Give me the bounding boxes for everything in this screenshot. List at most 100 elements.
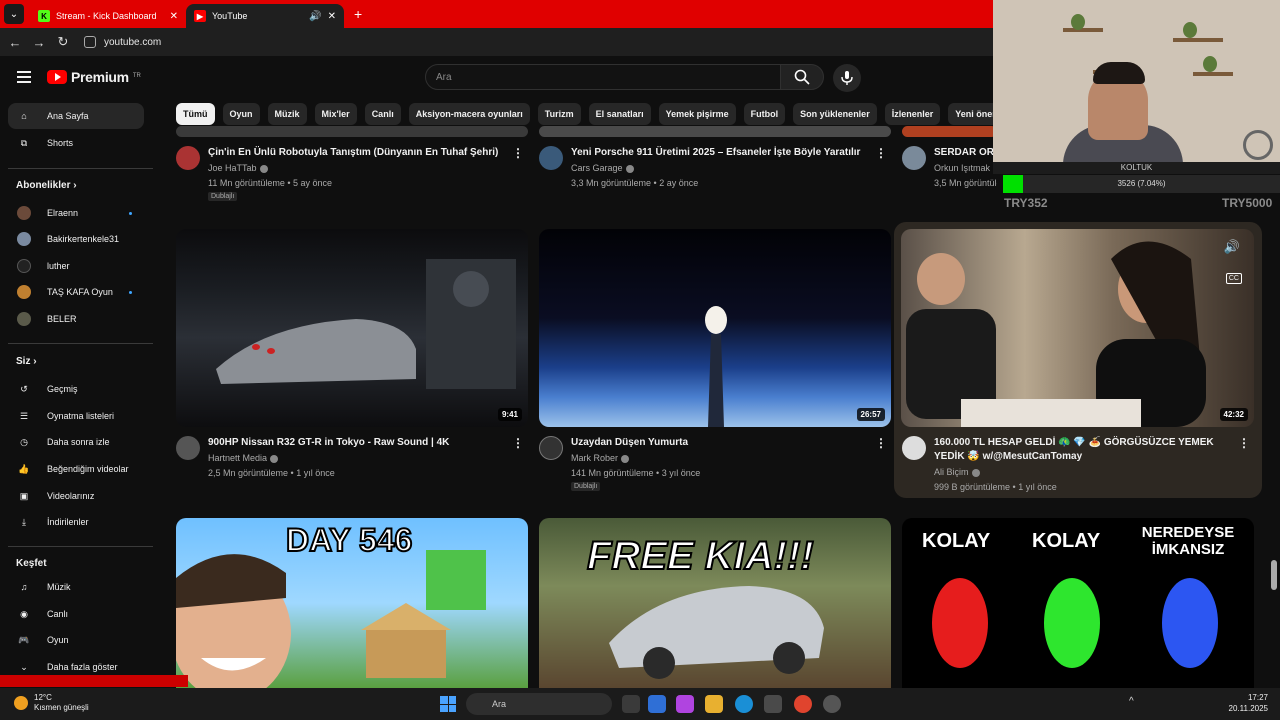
sidebar-item-watch-later[interactable]: ◷ Daha sonra izle <box>8 429 144 455</box>
reload-icon[interactable]: ↻ <box>56 34 70 50</box>
more-options-icon[interactable]: ⋮ <box>875 146 887 160</box>
channel-avatar[interactable] <box>902 436 926 460</box>
search-input[interactable]: Ara <box>425 64 781 90</box>
sidebar-item-shorts[interactable]: ⧉ Shorts <box>8 130 144 156</box>
chip[interactable]: Futbol <box>743 103 786 125</box>
channel-avatar[interactable] <box>902 146 926 170</box>
channel-name[interactable]: Joe HaTTab <box>208 163 268 173</box>
sidebar-item-home[interactable]: ⌂ Ana Sayfa <box>8 103 144 129</box>
outlook-icon[interactable] <box>648 695 666 713</box>
chevron-up-icon[interactable]: ^ <box>1129 696 1134 707</box>
sidebar-item-subscription[interactable]: BELER <box>8 306 144 332</box>
captions-icon[interactable]: CC <box>1225 273 1242 284</box>
channel-avatar[interactable] <box>539 146 563 170</box>
forward-icon[interactable]: → <box>32 35 46 50</box>
menu-icon[interactable] <box>17 68 31 86</box>
chip[interactable]: Aksiyon-macera oyunları <box>408 103 530 125</box>
new-tab-button[interactable]: + <box>354 6 362 22</box>
channel-avatar[interactable] <box>539 436 563 460</box>
video-title[interactable]: Uzaydan Düşen Yumurta <box>571 436 871 450</box>
channel-name[interactable]: Hartnett Media <box>208 453 279 463</box>
video-thumbnail[interactable]: 26:57 <box>539 229 891 427</box>
video-thumbnail[interactable]: FREE KIA!!! <box>539 518 891 688</box>
video-thumbnail[interactable] <box>176 126 528 137</box>
chrome-icon[interactable] <box>794 695 812 713</box>
music-icon: ♫ <box>20 582 28 592</box>
video-thumbnail[interactable] <box>539 126 891 137</box>
more-options-icon[interactable]: ⋮ <box>1238 436 1250 450</box>
sidebar-item-subscription[interactable]: TAŞ KAFA Oyun <box>8 279 144 305</box>
video-thumbnail[interactable]: 9:41 <box>176 229 528 427</box>
chip[interactable]: El sanatları <box>588 103 651 125</box>
video-preview-player[interactable]: 🔊 CC 42:32 <box>901 229 1254 427</box>
chip[interactable]: Turizm <box>537 103 581 125</box>
video-title[interactable]: Yeni Porsche 911 Üretimi 2025 – Efsanele… <box>571 146 871 160</box>
you-heading[interactable]: Siz › <box>16 356 37 367</box>
thumbnail-text: NEREDEYSE İMKANSIZ <box>1141 524 1235 558</box>
video-thumbnail[interactable] <box>902 126 997 137</box>
channel-avatar[interactable] <box>176 436 200 460</box>
subscriptions-heading[interactable]: Abonelikler › <box>16 180 77 191</box>
close-icon[interactable]: ✕ <box>328 11 336 22</box>
video-title[interactable]: 160.000 TL HESAP GELDİ 🦚 💎 🍝 GÖRGÜSÜZCE … <box>934 436 1234 464</box>
channel-name[interactable]: Cars Garage <box>571 163 634 173</box>
sidebar-item-subscription[interactable]: luther <box>8 253 144 279</box>
chip[interactable]: Oyun <box>222 103 260 125</box>
voice-search-button[interactable] <box>833 64 861 92</box>
task-view-icon[interactable] <box>622 695 640 713</box>
sidebar-item-gaming[interactable]: 🎮 Oyun <box>8 627 144 653</box>
back-icon[interactable]: ← <box>8 35 22 50</box>
sidebar-item-subscription[interactable]: Bakirkertenkele31 <box>8 226 144 252</box>
search-icon <box>794 69 810 85</box>
weather-widget[interactable]: 12°C Kısmen güneşli <box>14 693 89 713</box>
chip[interactable]: Müzik <box>267 103 307 125</box>
sidebar-item-music[interactable]: ♫ Müzik <box>8 574 144 600</box>
video-thumbnail[interactable]: DAY 546 <box>176 518 528 688</box>
copilot-icon[interactable] <box>676 695 694 713</box>
avatar <box>17 285 31 299</box>
store-icon[interactable] <box>764 695 782 713</box>
file-explorer-icon[interactable] <box>705 695 723 713</box>
chip[interactable]: Son yüklenenler <box>793 103 877 125</box>
chip[interactable]: Yemek pişirme <box>658 103 736 125</box>
more-options-icon[interactable]: ⋮ <box>512 146 524 160</box>
sidebar-item-downloads[interactable]: ⤓ İndirilenler <box>8 509 144 535</box>
video-title[interactable]: SERDAR ORT <box>934 146 997 160</box>
sidebar-item-live[interactable]: ◉ Canlı <box>8 601 144 627</box>
sidebar-item-your-videos[interactable]: ▣ Videolarınız <box>8 483 144 509</box>
chip[interactable]: İzlenenler <box>884 103 941 125</box>
search-button[interactable] <box>780 64 824 90</box>
more-options-icon[interactable]: ⋮ <box>512 436 524 450</box>
speaker-icon[interactable]: 🔊 <box>309 11 321 22</box>
chip[interactable]: Mix'ler <box>314 103 357 125</box>
tab-list-button[interactable]: ⌄ <box>4 4 24 24</box>
chip-all[interactable]: Tümü <box>176 103 215 125</box>
windows-start-icon[interactable] <box>440 696 456 712</box>
channel-name[interactable]: Mark Rober <box>571 453 630 463</box>
system-clock[interactable]: 17:27 20.11.2025 <box>1229 692 1268 714</box>
sidebar-item-playlists[interactable]: ☰ Oynatma listeleri <box>8 403 144 429</box>
scrollbar-thumb[interactable] <box>1271 560 1277 590</box>
site-info-icon[interactable] <box>84 36 96 48</box>
edge-icon[interactable] <box>735 695 753 713</box>
youtube-logo[interactable]: Premium TR <box>47 69 141 85</box>
taskbar-search[interactable]: Ara <box>466 693 612 715</box>
video-thumbnail[interactable]: KOLAY KOLAY NEREDEYSE İMKANSIZ <box>902 518 1254 688</box>
tab-kick[interactable]: K Stream - Kick Dashboard ✕ <box>30 4 186 28</box>
url-field[interactable]: youtube.com <box>84 36 161 48</box>
tab-title: Stream - Kick Dashboard <box>56 11 157 21</box>
sidebar-item-subscription[interactable]: Elraenn <box>8 200 144 226</box>
sidebar-item-liked[interactable]: 👍 Beğendiğim videolar <box>8 456 144 482</box>
volume-icon[interactable]: 🔊 <box>1224 239 1240 255</box>
sidebar-item-history[interactable]: ↺ Geçmiş <box>8 376 144 402</box>
channel-name[interactable]: Ali Biçim <box>934 467 980 477</box>
video-title[interactable]: 900HP Nissan R32 GT-R in Tokyo - Raw Sou… <box>208 436 508 450</box>
channel-name[interactable]: Orkun Işıtmak <box>934 163 990 173</box>
more-options-icon[interactable]: ⋮ <box>875 436 887 450</box>
obs-icon[interactable] <box>823 695 841 713</box>
close-icon[interactable]: ✕ <box>170 11 178 22</box>
tab-youtube[interactable]: ▶ YouTube 🔊 ✕ <box>186 4 344 28</box>
channel-avatar[interactable] <box>176 146 200 170</box>
chip[interactable]: Canlı <box>364 103 401 125</box>
video-title[interactable]: Çin'in En Ünlü Robotuyla Tanıştım (Dünya… <box>208 146 508 160</box>
